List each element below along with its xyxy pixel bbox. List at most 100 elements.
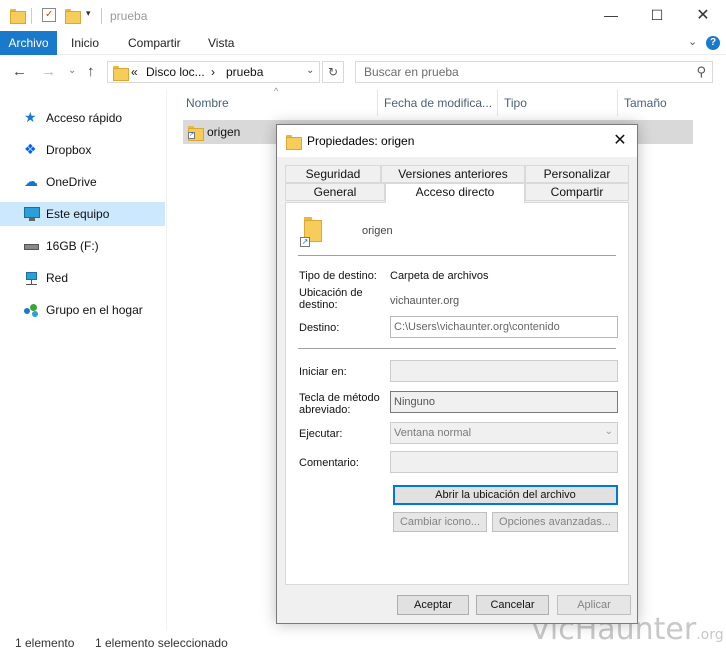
tipo-destino-value: Carpeta de archivos <box>390 270 489 282</box>
column-header-fecha[interactable]: Fecha de modifica... <box>384 96 492 114</box>
computer-icon <box>24 207 40 221</box>
star-icon: ★ <box>24 109 37 125</box>
tab-versiones-anteriores[interactable]: Versiones anteriores <box>381 165 525 183</box>
sidebar-item-onedrive[interactable]: ☁ OneDrive <box>0 170 165 194</box>
folder-shortcut-icon: ↗ <box>188 125 204 141</box>
change-icon-button[interactable]: Cambiar icono... <box>393 512 487 532</box>
search-placeholder: Buscar en prueba <box>364 65 459 79</box>
shortcut-name: origen <box>362 225 393 237</box>
column-divider[interactable] <box>497 90 498 116</box>
tab-inicio[interactable]: Inicio <box>71 31 99 55</box>
customize-toolbar-icon[interactable]: ▾ <box>86 8 91 19</box>
dialog-title-bar[interactable]: Propiedades: origen ✕ <box>277 125 637 157</box>
folder-shortcut-icon: ↗ <box>300 217 322 247</box>
comentario-label: Comentario: <box>299 457 359 469</box>
divider <box>298 255 616 256</box>
sidebar-item-acceso-rapido[interactable]: ★ Acceso rápido <box>0 106 165 130</box>
column-header-tipo[interactable]: Tipo <box>504 96 527 114</box>
breadcrumb-disk[interactable]: Disco loc... <box>146 65 205 79</box>
open-location-button[interactable]: Abrir la ubicación del archivo <box>393 485 618 505</box>
dialog-title: Propiedades: origen <box>307 134 415 148</box>
sidebar-item-16gb[interactable]: 16GB (F:) <box>0 234 165 258</box>
tab-vista[interactable]: Vista <box>208 31 234 55</box>
file-name: origen <box>207 125 241 139</box>
sidebar-item-red[interactable]: Red <box>0 266 165 290</box>
address-dropdown-icon[interactable]: ⌄ <box>306 65 314 76</box>
back-icon[interactable]: ← <box>12 63 27 80</box>
title-bar: ✓ ▾ prueba — ☐ ✕ <box>0 0 726 31</box>
apply-button[interactable]: Aplicar <box>557 595 631 615</box>
advanced-options-button[interactable]: Opciones avanzadas... <box>492 512 618 532</box>
status-item-count: 1 elemento <box>15 636 75 650</box>
tab-compartir[interactable]: Compartir <box>128 31 181 55</box>
ejecutar-select[interactable]: Ventana normal ⌄ <box>390 422 618 444</box>
tab-seguridad[interactable]: Seguridad <box>285 165 381 183</box>
column-divider[interactable] <box>617 90 618 116</box>
divider <box>101 8 102 24</box>
tipo-destino-label: Tipo de destino: <box>299 270 377 282</box>
close-icon[interactable]: ✕ <box>603 125 637 157</box>
breadcrumb-prueba[interactable]: prueba <box>226 65 263 79</box>
address-input[interactable]: « Disco loc... › prueba ⌄ <box>107 61 320 83</box>
breadcrumb-overflow[interactable]: « <box>131 65 138 79</box>
column-header-nombre[interactable]: Nombre <box>186 96 229 114</box>
folder-icon <box>113 65 129 81</box>
drive-icon <box>24 239 40 253</box>
chevron-down-icon: ⌄ <box>604 426 613 437</box>
tab-archivo[interactable]: Archivo <box>0 31 57 55</box>
tab-compartir[interactable]: Compartir <box>525 183 629 201</box>
destino-field[interactable]: C:\Users\vichaunter.org\contenido <box>390 316 618 338</box>
tab-personalizar[interactable]: Personalizar <box>525 165 629 183</box>
iniciar-en-label: Iniciar en: <box>299 366 347 378</box>
tab-panel-acceso-directo: ↗ origen Tipo de destino: Carpeta de arc… <box>285 202 629 585</box>
sidebar-item-label: Grupo en el hogar <box>46 303 143 317</box>
sidebar-item-label: Acceso rápido <box>46 111 123 125</box>
column-header-tamano[interactable]: Tamaño <box>624 96 667 114</box>
sidebar-item-label: Dropbox <box>46 143 92 157</box>
properties-dialog: Propiedades: origen ✕ Seguridad Versione… <box>276 124 638 624</box>
search-icon[interactable]: ⚲ <box>696 64 706 80</box>
sidebar-item-dropbox[interactable]: ❖ Dropbox <box>0 138 165 162</box>
tab-general[interactable]: General <box>285 183 385 201</box>
recent-locations-icon[interactable]: ⌄ <box>68 65 76 76</box>
new-folder-icon[interactable] <box>65 8 81 24</box>
minimize-icon[interactable]: — <box>588 0 634 31</box>
dropbox-icon: ❖ <box>24 141 37 157</box>
sidebar-item-label: 16GB (F:) <box>46 239 99 253</box>
sidebar-item-label: Este equipo <box>46 207 110 221</box>
destino-label: Destino: <box>299 322 340 334</box>
forward-icon[interactable]: → <box>41 63 56 80</box>
ejecutar-label: Ejecutar: <box>299 428 343 440</box>
close-icon[interactable]: ✕ <box>680 0 726 31</box>
homegroup-icon <box>24 303 40 317</box>
breadcrumb-separator[interactable]: › <box>211 65 215 79</box>
ok-button[interactable]: Aceptar <box>397 595 469 615</box>
sidebar-item-este-equipo[interactable]: Este equipo <box>0 202 165 226</box>
divider <box>298 348 616 349</box>
divider <box>31 8 32 24</box>
comentario-field[interactable] <box>390 451 618 473</box>
status-selected-count: 1 elemento seleccionado <box>95 636 228 650</box>
pane-divider[interactable] <box>166 90 167 630</box>
ribbon-tabs: Archivo Inicio Compartir Vista ⌄ ? <box>0 31 726 55</box>
properties-icon[interactable]: ✓ <box>42 8 56 22</box>
sort-ascending-icon: ^ <box>274 86 279 96</box>
tecla-metodo-label: Tecla de método abreviado: <box>299 392 380 416</box>
refresh-icon[interactable]: ↻ <box>322 61 344 83</box>
column-divider[interactable] <box>377 90 378 116</box>
ubicacion-destino-value: vichaunter.org <box>390 295 460 307</box>
up-icon[interactable]: ↑ <box>87 63 95 80</box>
tab-acceso-directo[interactable]: Acceso directo <box>385 183 525 203</box>
tecla-metodo-field[interactable]: Ninguno <box>390 391 618 413</box>
expand-ribbon-icon[interactable]: ⌄ <box>688 35 697 48</box>
sidebar-item-grupo-hogar[interactable]: Grupo en el hogar <box>0 298 165 322</box>
iniciar-en-field[interactable] <box>390 360 618 382</box>
maximize-icon[interactable]: ☐ <box>634 0 680 31</box>
sidebar-item-label: OneDrive <box>46 175 97 189</box>
folder-icon <box>286 134 302 150</box>
window-title: prueba <box>110 9 148 23</box>
search-input[interactable]: Buscar en prueba ⚲ <box>355 61 713 83</box>
address-bar-row: ← → ⌄ ↑ « Disco loc... › prueba ⌄ ↻ Busc… <box>0 56 726 89</box>
help-icon[interactable]: ? <box>706 36 720 50</box>
cancel-button[interactable]: Cancelar <box>476 595 549 615</box>
